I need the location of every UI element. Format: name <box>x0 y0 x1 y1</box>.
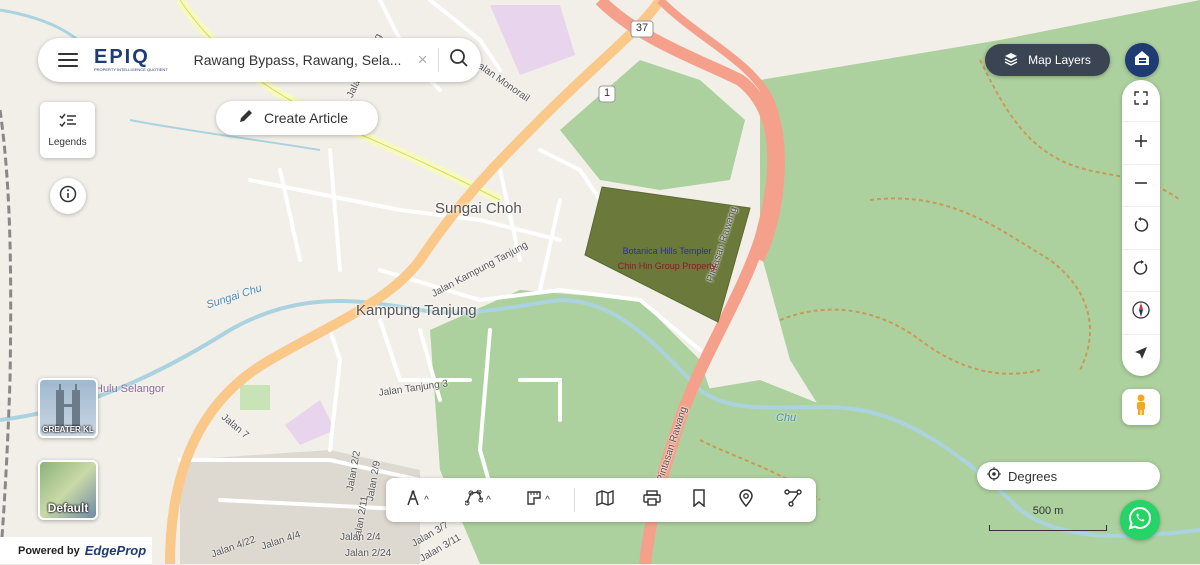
zoom-in-button[interactable] <box>1122 122 1160 165</box>
expand-icon <box>1134 91 1148 110</box>
area-icon <box>526 490 542 511</box>
basemap-label: GREATER KL <box>42 425 94 434</box>
create-article-button[interactable]: Create Article <box>216 101 378 135</box>
map-book-icon <box>595 489 614 511</box>
rotate-right-icon <box>1133 259 1149 281</box>
divider <box>574 488 575 512</box>
street-view-button[interactable] <box>1122 389 1160 425</box>
chevron-up-icon: ^ <box>486 494 491 506</box>
scale-label: 500 m <box>1032 505 1064 517</box>
road-shield-37: 37 <box>635 22 649 34</box>
rotate-left-icon <box>1133 217 1149 238</box>
pencil-icon <box>238 108 254 129</box>
legends-button[interactable]: Legends <box>40 102 95 158</box>
zoom-out-button[interactable] <box>1122 165 1160 208</box>
route-icon <box>783 488 802 512</box>
print-icon <box>642 489 661 511</box>
measure-button[interactable]: ^ <box>386 478 448 522</box>
whatsapp-button[interactable] <box>1120 500 1160 540</box>
layers-icon <box>1004 52 1018 69</box>
road-shield-1: 1 <box>603 87 611 99</box>
route-button[interactable] <box>769 478 816 522</box>
bookmark-button[interactable] <box>675 478 722 522</box>
scale-line <box>989 525 1107 531</box>
navigation-arrow-icon <box>1133 345 1149 366</box>
place-label: Sungai Choh <box>435 200 522 217</box>
waterway-label: Hulu Selangor <box>95 383 165 395</box>
epiq-icon <box>1132 48 1152 73</box>
crosshair-icon <box>987 466 1001 486</box>
create-article-label: Create Article <box>264 110 349 126</box>
epiq-logo[interactable]: EPIQ PROPERTY INTELLIGENCE QUOTIENT <box>94 47 168 73</box>
info-button[interactable] <box>50 178 86 214</box>
search-input[interactable]: Rawang Bypass, Rawang, Sela... <box>194 52 410 68</box>
rotate-left-button[interactable] <box>1122 207 1160 250</box>
map-layers-button[interactable]: Map Layers <box>985 44 1110 76</box>
basemap-greater-kl[interactable]: GREATER KL <box>38 378 98 438</box>
fullscreen-button[interactable] <box>1122 80 1160 123</box>
map-layers-label: Map Layers <box>1028 53 1091 67</box>
degrees-toggle[interactable]: Degrees <box>977 462 1160 490</box>
street-label: Jalan 2/4 <box>340 532 381 543</box>
bottom-toolbar: ^ ^ ^ <box>386 478 816 522</box>
powered-by-prefix: Powered by <box>18 544 80 557</box>
locate-button[interactable] <box>1122 335 1160 376</box>
street-label: Jalan 2/24 <box>345 548 392 559</box>
pegman-icon <box>1134 394 1148 421</box>
basemap-label: Default <box>47 501 89 515</box>
map-book-button[interactable] <box>581 478 628 522</box>
menu-icon[interactable] <box>58 53 78 67</box>
plot-label: Botanica Hills Templer <box>622 246 712 256</box>
clear-icon[interactable]: × <box>418 50 428 70</box>
legends-label: Legends <box>48 136 87 148</box>
measure-icon <box>405 490 421 511</box>
print-button[interactable] <box>628 478 675 522</box>
compass-button[interactable] <box>1122 292 1160 335</box>
edgeprop-logo: EdgeProp <box>84 543 147 558</box>
basemap-default[interactable]: Default <box>38 460 98 520</box>
location-pin-button[interactable] <box>722 478 769 522</box>
plot-label: Chin Hin Group Property <box>617 261 717 271</box>
divider <box>437 48 439 72</box>
epiq-app-button[interactable] <box>1125 43 1159 77</box>
info-icon <box>59 185 77 208</box>
polygon-draw-button[interactable]: ^ <box>448 478 508 522</box>
chevron-up-icon: ^ <box>545 494 550 506</box>
whatsapp-icon <box>1128 506 1152 535</box>
waterway-label: Chu <box>776 412 797 424</box>
powered-by[interactable]: Powered by EdgeProp <box>0 537 152 564</box>
bookmark-icon <box>692 488 706 512</box>
location-pin-icon <box>738 488 753 512</box>
scale-bar: 500 m <box>989 505 1107 531</box>
checklist-icon <box>58 113 77 134</box>
minus-icon <box>1134 176 1148 195</box>
search-icon[interactable] <box>449 48 469 73</box>
place-label: Kampung Tanjung <box>356 302 477 319</box>
chevron-up-icon: ^ <box>424 494 429 506</box>
compass-icon <box>1132 301 1150 324</box>
rotate-right-button[interactable] <box>1122 250 1160 293</box>
map-controls <box>1122 80 1160 376</box>
degrees-label: Degrees <box>1008 468 1058 484</box>
plus-icon <box>1134 134 1148 153</box>
search-bar: EPIQ PROPERTY INTELLIGENCE QUOTIENT Rawa… <box>38 38 481 82</box>
area-button[interactable]: ^ <box>508 478 568 522</box>
polygon-draw-icon <box>464 489 484 511</box>
